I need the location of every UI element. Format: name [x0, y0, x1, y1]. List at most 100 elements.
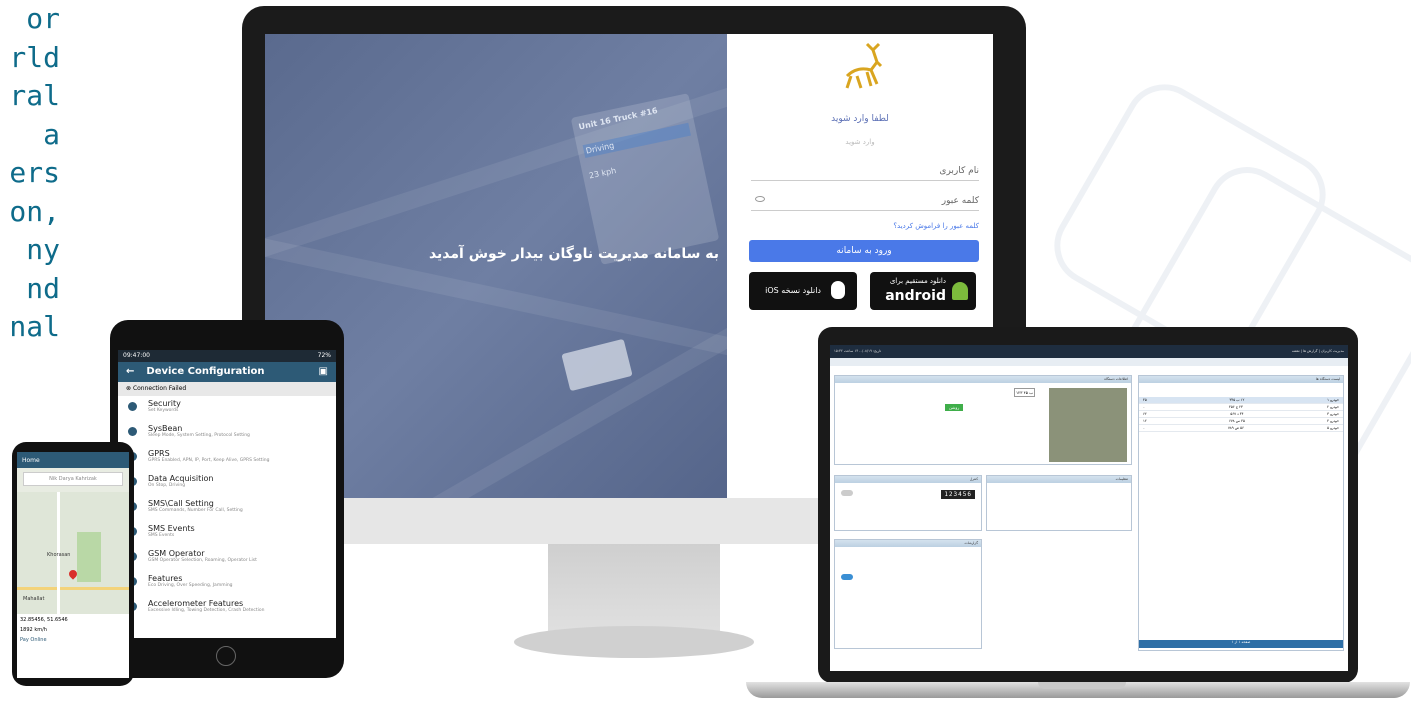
status-time: 09:47:00 [123, 352, 150, 359]
connection-text: Connection Failed [132, 385, 187, 392]
text-line: ral [9, 79, 60, 112]
text-line: ers [9, 156, 60, 189]
config-item[interactable]: Accelerometer Features Excessive Idling, … [118, 596, 336, 621]
table-row[interactable]: خودرو ۲ ۲۳ ج ۴۵۶ ۰ [1139, 404, 1343, 411]
dashboard-sub-bar [830, 358, 1348, 366]
row-speed: ۴۵ [1143, 398, 1147, 402]
deer-logo [845, 42, 883, 89]
config-item[interactable]: SysBean Sleep Mode, System Setting, Proto… [118, 421, 336, 446]
config-item-title: Features [148, 574, 183, 583]
back-arrow-icon[interactable]: ← [126, 366, 134, 378]
coordinates: 32.85456, 51.6546 [20, 617, 68, 623]
vehicle-list-panel: لیست دستگاه ها خودرو ۱ ۱۲ ب ۳۴۵ ۴۵ خودرو ۲ ۲… [1138, 375, 1344, 651]
connection-status: ⊗ Connection Failed [118, 382, 336, 396]
status-badge: روشن [945, 404, 964, 411]
phone-title: Home [22, 457, 40, 464]
config-item-subtitle: SMS Events [148, 533, 175, 538]
tablet-screen: 09:47:00 72% ← Device Configuration ▣ ⊗ … [118, 350, 336, 638]
text-line: nal [9, 310, 60, 343]
home-button[interactable] [216, 646, 236, 666]
android-download-button[interactable]: دانلود مستقیم برای android [870, 272, 976, 310]
config-item-title: GSM Operator [148, 549, 205, 558]
row-plate: ۳۴ د ۵۶۷ [1230, 412, 1244, 416]
config-item[interactable]: SMS Events SMS Events [118, 521, 336, 546]
toggle-switch[interactable] [841, 574, 853, 580]
config-item[interactable]: Security Set Keywords [118, 396, 336, 421]
row-plate: ۵۶ ص ۷۸۹ [1228, 426, 1244, 430]
row-name: خودرو ۵ [1327, 426, 1339, 430]
login-subtitle: وارد شوید [845, 138, 875, 146]
close-circle-icon: ⊗ [126, 385, 133, 392]
config-item-title: SMS Events [148, 524, 195, 533]
eye-icon[interactable] [755, 196, 765, 202]
laptop-notch [1038, 682, 1126, 689]
text-line: ny [26, 233, 60, 266]
config-item[interactable]: Features Eco Driving, Over Speeding, Jamm… [118, 571, 336, 596]
row-speed: ۰ [1143, 426, 1145, 430]
config-item-subtitle: GPRS Enabled, APN, IP, Port, Keep Alive,… [148, 458, 270, 463]
config-item-title: Accelerometer Features [148, 599, 244, 608]
text-line: rld [9, 40, 60, 74]
config-item-subtitle: GSM Operator Selection, Roaming, Operato… [148, 558, 257, 563]
toggle-switch[interactable] [841, 490, 853, 496]
device-info-panel: اطلاعات دستگاه روشن ۱۲۳ ب ۴۵ [834, 375, 1132, 465]
config-item[interactable]: GSM Operator GSM Operator Selection, Roam… [118, 546, 336, 571]
save-icon[interactable]: ▣ [319, 366, 328, 378]
config-item[interactable]: SMS\Call Setting SMS Commands, Number For… [118, 496, 336, 521]
apple-icon [831, 281, 845, 299]
android-icon [952, 282, 968, 300]
place-label: Khorasan [47, 552, 71, 558]
config-item-title: Data Acquisition [148, 474, 214, 483]
config-item-title: GPRS [148, 449, 170, 458]
map-callout: Unit 16 Truck #16 Driving 23 kph [570, 93, 720, 265]
password-field[interactable]: کلمه عبور [942, 196, 979, 206]
config-item-subtitle: Eco Driving, Over Speeding, Jamming [148, 583, 233, 588]
config-item-subtitle: Sleep Mode, System Setting, Protocol Set… [148, 433, 250, 438]
pagination[interactable]: صفحه ۱ از ۱ [1139, 640, 1343, 648]
topbar-date: تاریخ: ۱۴۰۰/۰۸/۱۹ ساعت ۱۵:۳۲ [834, 349, 882, 353]
left-paragraph: or rld ral a ers on, ny nd nal [0, 0, 60, 440]
android-line1: دانلود مستقیم برای [889, 277, 946, 285]
username-field[interactable]: نام کاربری [939, 166, 979, 176]
row-speed: ۰ [1143, 405, 1145, 409]
phone-info-panel: 32.85456, 51.6546 1892 km/h Pay Online [17, 614, 129, 678]
table-row[interactable]: خودرو ۱ ۱۲ ب ۳۴۵ ۴۵ [1139, 397, 1343, 404]
android-line2: android [885, 288, 946, 304]
table-row[interactable]: خودرو ۳ ۳۴ د ۵۶۷ ۶۲ [1139, 411, 1343, 418]
app-bar: ← Device Configuration ▣ [118, 362, 336, 382]
table-row[interactable]: خودرو ۴ ۴۵ س ۶۷۸ ۱۲ [1139, 418, 1343, 425]
row-speed: ۱۲ [1143, 419, 1147, 423]
row-name: خودرو ۲ [1327, 405, 1339, 409]
battery-text: 72% [317, 352, 331, 359]
forgot-password-link[interactable]: کلمه عبور را فراموش کردید؟ [893, 222, 979, 230]
pay-link[interactable]: Pay Online [20, 637, 126, 643]
table-row[interactable]: خودرو ۵ ۵۶ ص ۷۸۹ ۰ [1139, 425, 1343, 432]
config-item-subtitle: On Stop, Driving [148, 483, 186, 488]
login-title: لطفا وارد شوید [831, 114, 889, 124]
row-name: خودرو ۴ [1327, 419, 1339, 423]
panel-header: اطلاعات دستگاه [835, 376, 1131, 383]
controls-panel: کنترل 123456 [834, 475, 982, 531]
ios-download-button[interactable]: دانلود نسخه iOS [749, 272, 857, 310]
text-line: or [26, 2, 60, 35]
panel-header: گزارشات [835, 540, 981, 547]
panel-header: لیست دستگاه ها [1139, 376, 1343, 383]
phone-screen: Home Nik Darya Kahrizak Khorasan Mahalla… [17, 452, 129, 678]
laptop-screen: تاریخ: ۱۴۰۰/۰۸/۱۹ ساعت ۱۵:۳۲ مدیریت کارب… [830, 345, 1348, 671]
config-item-subtitle: Set Keywords [148, 408, 179, 413]
truck-icon [561, 338, 633, 392]
config-item-subtitle: SMS Commands, Number For Call, Setting [148, 508, 243, 513]
map-thumbnail[interactable] [1049, 388, 1127, 462]
shield-icon [128, 402, 137, 411]
config-item[interactable]: Data Acquisition On Stop, Driving [118, 471, 336, 496]
gear-icon [128, 427, 137, 436]
phone-search-field[interactable]: Nik Darya Kahrizak [23, 472, 123, 486]
config-item[interactable]: GPRS GPRS Enabled, APN, IP, Port, Keep Al… [118, 446, 336, 471]
login-button[interactable]: ورود به سامانه [749, 240, 979, 262]
topbar-menu[interactable]: مدیریت کاربران | گزارش ها | نقشه [1292, 349, 1344, 354]
status-bar: 09:47:00 72% [118, 350, 336, 362]
row-plate: ۲۳ ج ۴۵۶ [1229, 405, 1243, 409]
map-road [17, 587, 129, 590]
text-line: a [43, 117, 60, 151]
monitor-base [514, 626, 754, 658]
